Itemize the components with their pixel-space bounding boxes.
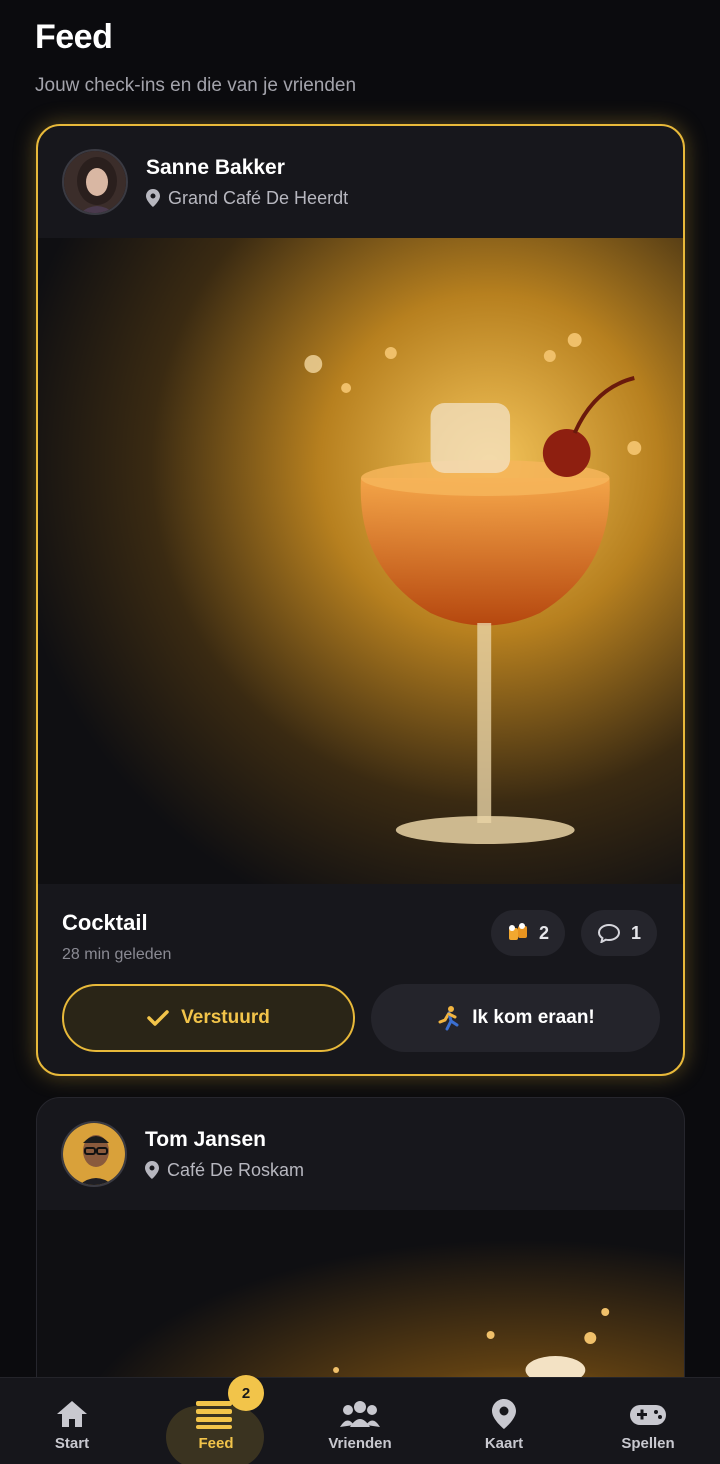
map-pin-icon [492,1399,516,1429]
venue[interactable]: Café De Roskam [145,1160,304,1181]
tab-label: Feed [198,1435,234,1452]
page-title: Feed [35,18,113,56]
user-name[interactable]: Tom Jansen [145,1128,304,1152]
comment-count: 1 [630,922,641,943]
sent-button[interactable]: Verstuurd [62,984,355,1052]
avatar[interactable] [61,1121,127,1187]
friends-icon [340,1401,380,1427]
card-header: Tom Jansen Café De Roskam [37,1098,684,1210]
check-icon [147,1010,169,1026]
page-subtitle: Jouw check-ins en die van je vrienden [35,75,357,96]
map-pin-icon [146,189,160,207]
notification-badge: 2 [228,1375,264,1411]
bottom-tab-bar: Start 2 Feed Vrienden Kaart Spellen [0,1375,720,1464]
user-name[interactable]: Sanne Bakker [146,156,348,180]
page-header: Feed Jouw check-ins en die van je vriend… [35,18,356,97]
gamepad-icon [630,1405,666,1425]
card-header: Sanne Bakker Grand Café De Heerdt [38,126,683,238]
drink-photo[interactable] [38,238,683,884]
tab-label: Start [54,1435,90,1452]
beer-cheers-icon [508,923,527,940]
avatar[interactable] [62,149,128,215]
feed-card[interactable]: Sanne Bakker Grand Café De Heerdt Cockta… [36,124,685,1076]
sent-label: Verstuurd [181,1007,270,1028]
feed-list-icon [196,1401,232,1429]
coming-button[interactable]: Ik kom eraan! [371,984,660,1052]
post-stats: 2 1 [490,910,657,956]
tab-spellen[interactable]: Spellen [576,1378,720,1464]
tab-kaart[interactable]: Kaart [432,1378,576,1464]
tab-label: Spellen [621,1435,675,1452]
cheers-button[interactable]: 2 [490,910,565,956]
coming-label: Ik kom eraan! [472,1007,595,1028]
tab-feed[interactable]: 2 Feed [144,1375,288,1464]
comments-button[interactable]: 1 [580,910,657,956]
cheers-count: 2 [538,922,549,943]
tab-start[interactable]: Start [0,1378,144,1464]
tab-label: Vrienden [328,1435,392,1452]
running-person-icon [438,1006,459,1031]
comment-icon [597,923,620,943]
card-info: Cocktail 28 min geleden 2 1 [38,884,683,964]
map-pin-icon [145,1161,159,1179]
card-actions: Verstuurd Ik kom eraan! [62,984,660,1052]
tab-label: Kaart [484,1435,524,1452]
venue-name: Café De Roskam [167,1159,305,1180]
home-icon [57,1401,87,1427]
venue-name: Grand Café De Heerdt [168,187,349,208]
venue[interactable]: Grand Café De Heerdt [146,188,348,209]
tab-vrienden[interactable]: Vrienden [288,1378,432,1464]
